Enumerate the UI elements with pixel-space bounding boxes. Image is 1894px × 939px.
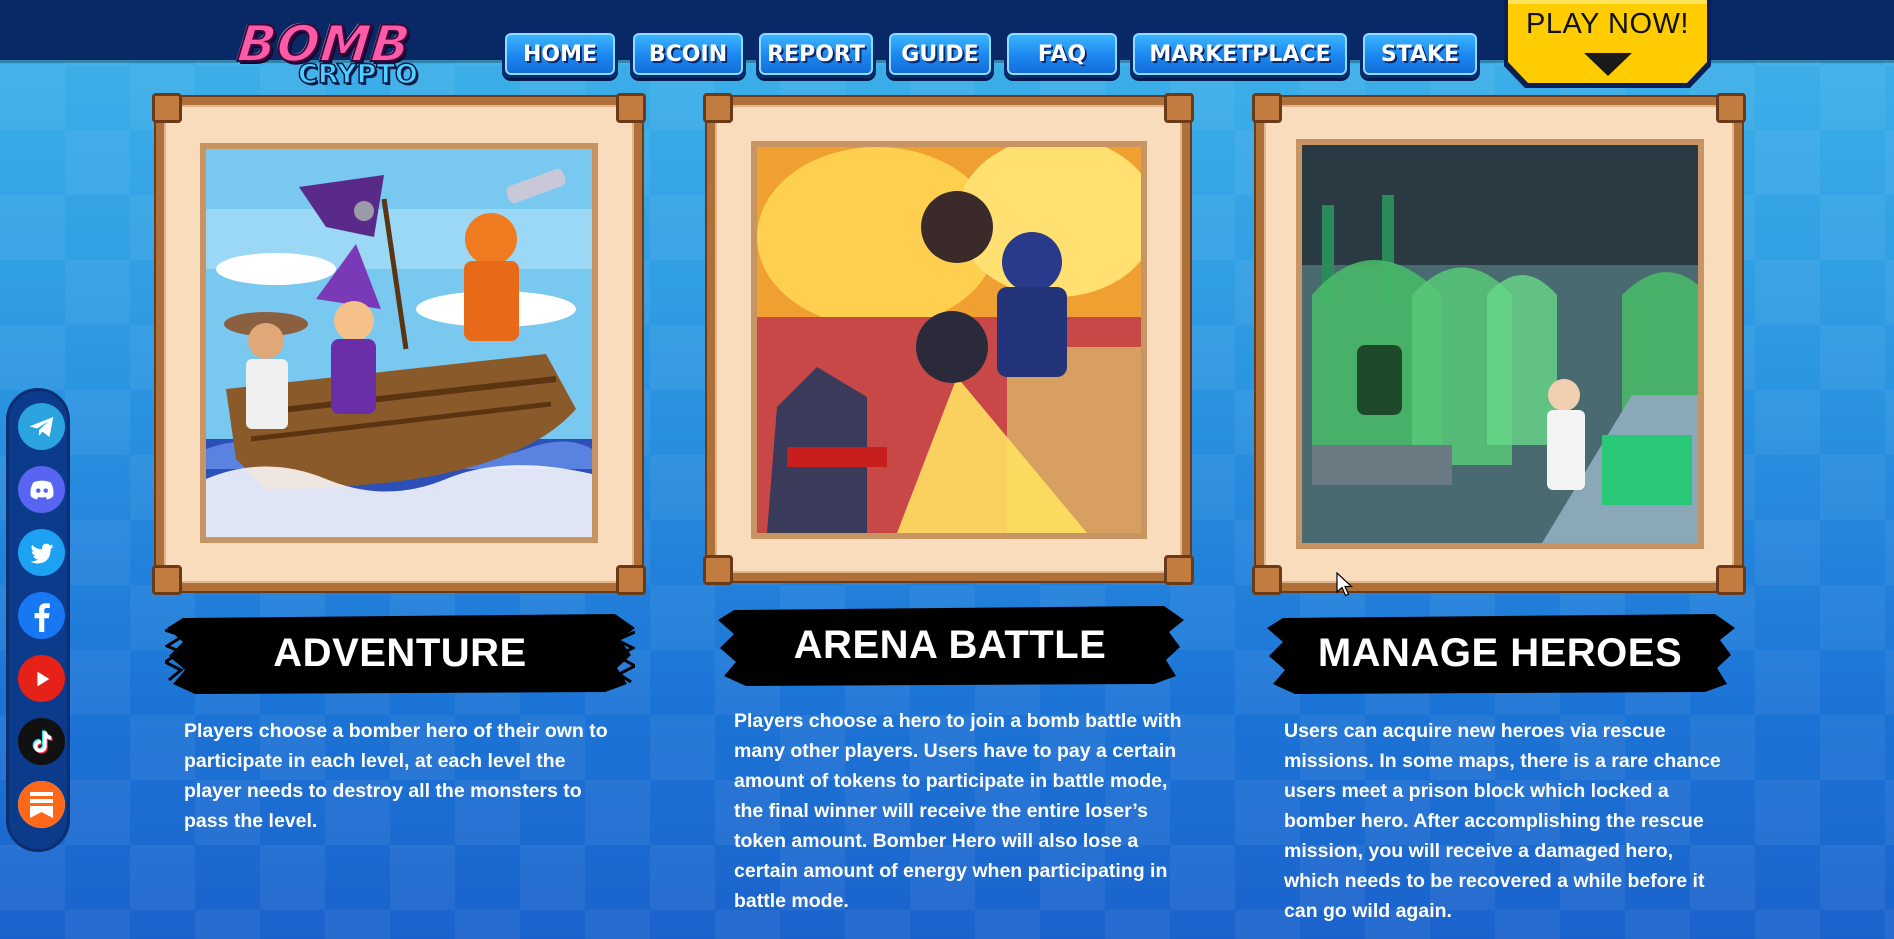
- nav-faq-button[interactable]: FAQ: [1004, 30, 1120, 78]
- arena-battle-description: Players choose a hero to join a bomb bat…: [734, 710, 1182, 912]
- tiktok-icon[interactable]: [18, 718, 65, 765]
- adventure-title: ADVENTURE: [273, 630, 527, 675]
- adventure-description: Players choose a bomber hero of their ow…: [184, 720, 608, 832]
- ninja-head: [1002, 232, 1062, 292]
- scientist-head: [1548, 379, 1580, 411]
- card-frame: [703, 93, 1194, 585]
- telegram-icon[interactable]: [18, 403, 65, 450]
- hero-orange: [465, 213, 517, 265]
- frame-corner: [616, 93, 646, 123]
- bombcrypto-logo[interactable]: BOMB CRYPTO: [234, 14, 419, 96]
- card-frame: [152, 93, 646, 595]
- mouse-cursor-icon: [1336, 572, 1354, 597]
- manage-heroes-artwork: [1296, 139, 1704, 549]
- frame-corner: [616, 565, 646, 595]
- manage-heroes-description: Users can acquire new heroes via rescue …: [1284, 720, 1721, 922]
- frame-corner: [152, 93, 182, 123]
- frame-corner: [703, 93, 733, 123]
- frame-corner: [703, 555, 733, 585]
- frame-corner: [1164, 555, 1194, 585]
- frame-corner: [152, 565, 182, 595]
- nav-report-button[interactable]: REPORT: [756, 30, 876, 78]
- substack-icon[interactable]: [18, 781, 65, 828]
- monitor-screen: [1602, 435, 1692, 505]
- nav-home-button[interactable]: HOME: [502, 30, 618, 78]
- adventure-title-banner: ADVENTURE: [165, 610, 635, 696]
- adventure-artwork: [200, 143, 598, 543]
- discord-icon[interactable]: [18, 466, 65, 513]
- nav-stake-button[interactable]: STAKE: [1360, 30, 1480, 78]
- youtube-icon[interactable]: [18, 655, 65, 702]
- nav-guide-button[interactable]: GUIDE: [886, 30, 994, 78]
- manage-heroes-title: MANAGE HEROES: [1317, 630, 1683, 675]
- arena-battle-title-banner: ARENA BATTLE: [716, 602, 1184, 688]
- arena-battle-title: ARENA BATTLE: [793, 622, 1107, 667]
- arena-battle-artwork: [751, 141, 1147, 539]
- frame-corner: [1164, 93, 1194, 123]
- frame-corner: [1252, 93, 1282, 123]
- social-sidebar: [6, 388, 70, 852]
- tube-shape: [1487, 275, 1557, 445]
- bomb-shape: [916, 311, 988, 383]
- nav-marketplace-button[interactable]: MARKETPLACE: [1130, 30, 1350, 78]
- frame-corner: [1716, 93, 1746, 123]
- frame-corner: [1716, 565, 1746, 595]
- facebook-icon[interactable]: [18, 592, 65, 639]
- card-frame: [1252, 93, 1746, 595]
- play-now-label: PLAY NOW!: [1526, 8, 1689, 40]
- frame-corner: [1252, 565, 1282, 595]
- play-now-button[interactable]: PLAY NOW!: [1500, 0, 1715, 92]
- twitter-icon[interactable]: [18, 529, 65, 576]
- manage-heroes-title-banner: MANAGE HEROES: [1265, 610, 1735, 696]
- logo-sub-text: CRYPTO: [297, 59, 418, 91]
- nav-bcoin-button[interactable]: BCOIN: [630, 30, 746, 78]
- bomb-shape: [921, 191, 993, 263]
